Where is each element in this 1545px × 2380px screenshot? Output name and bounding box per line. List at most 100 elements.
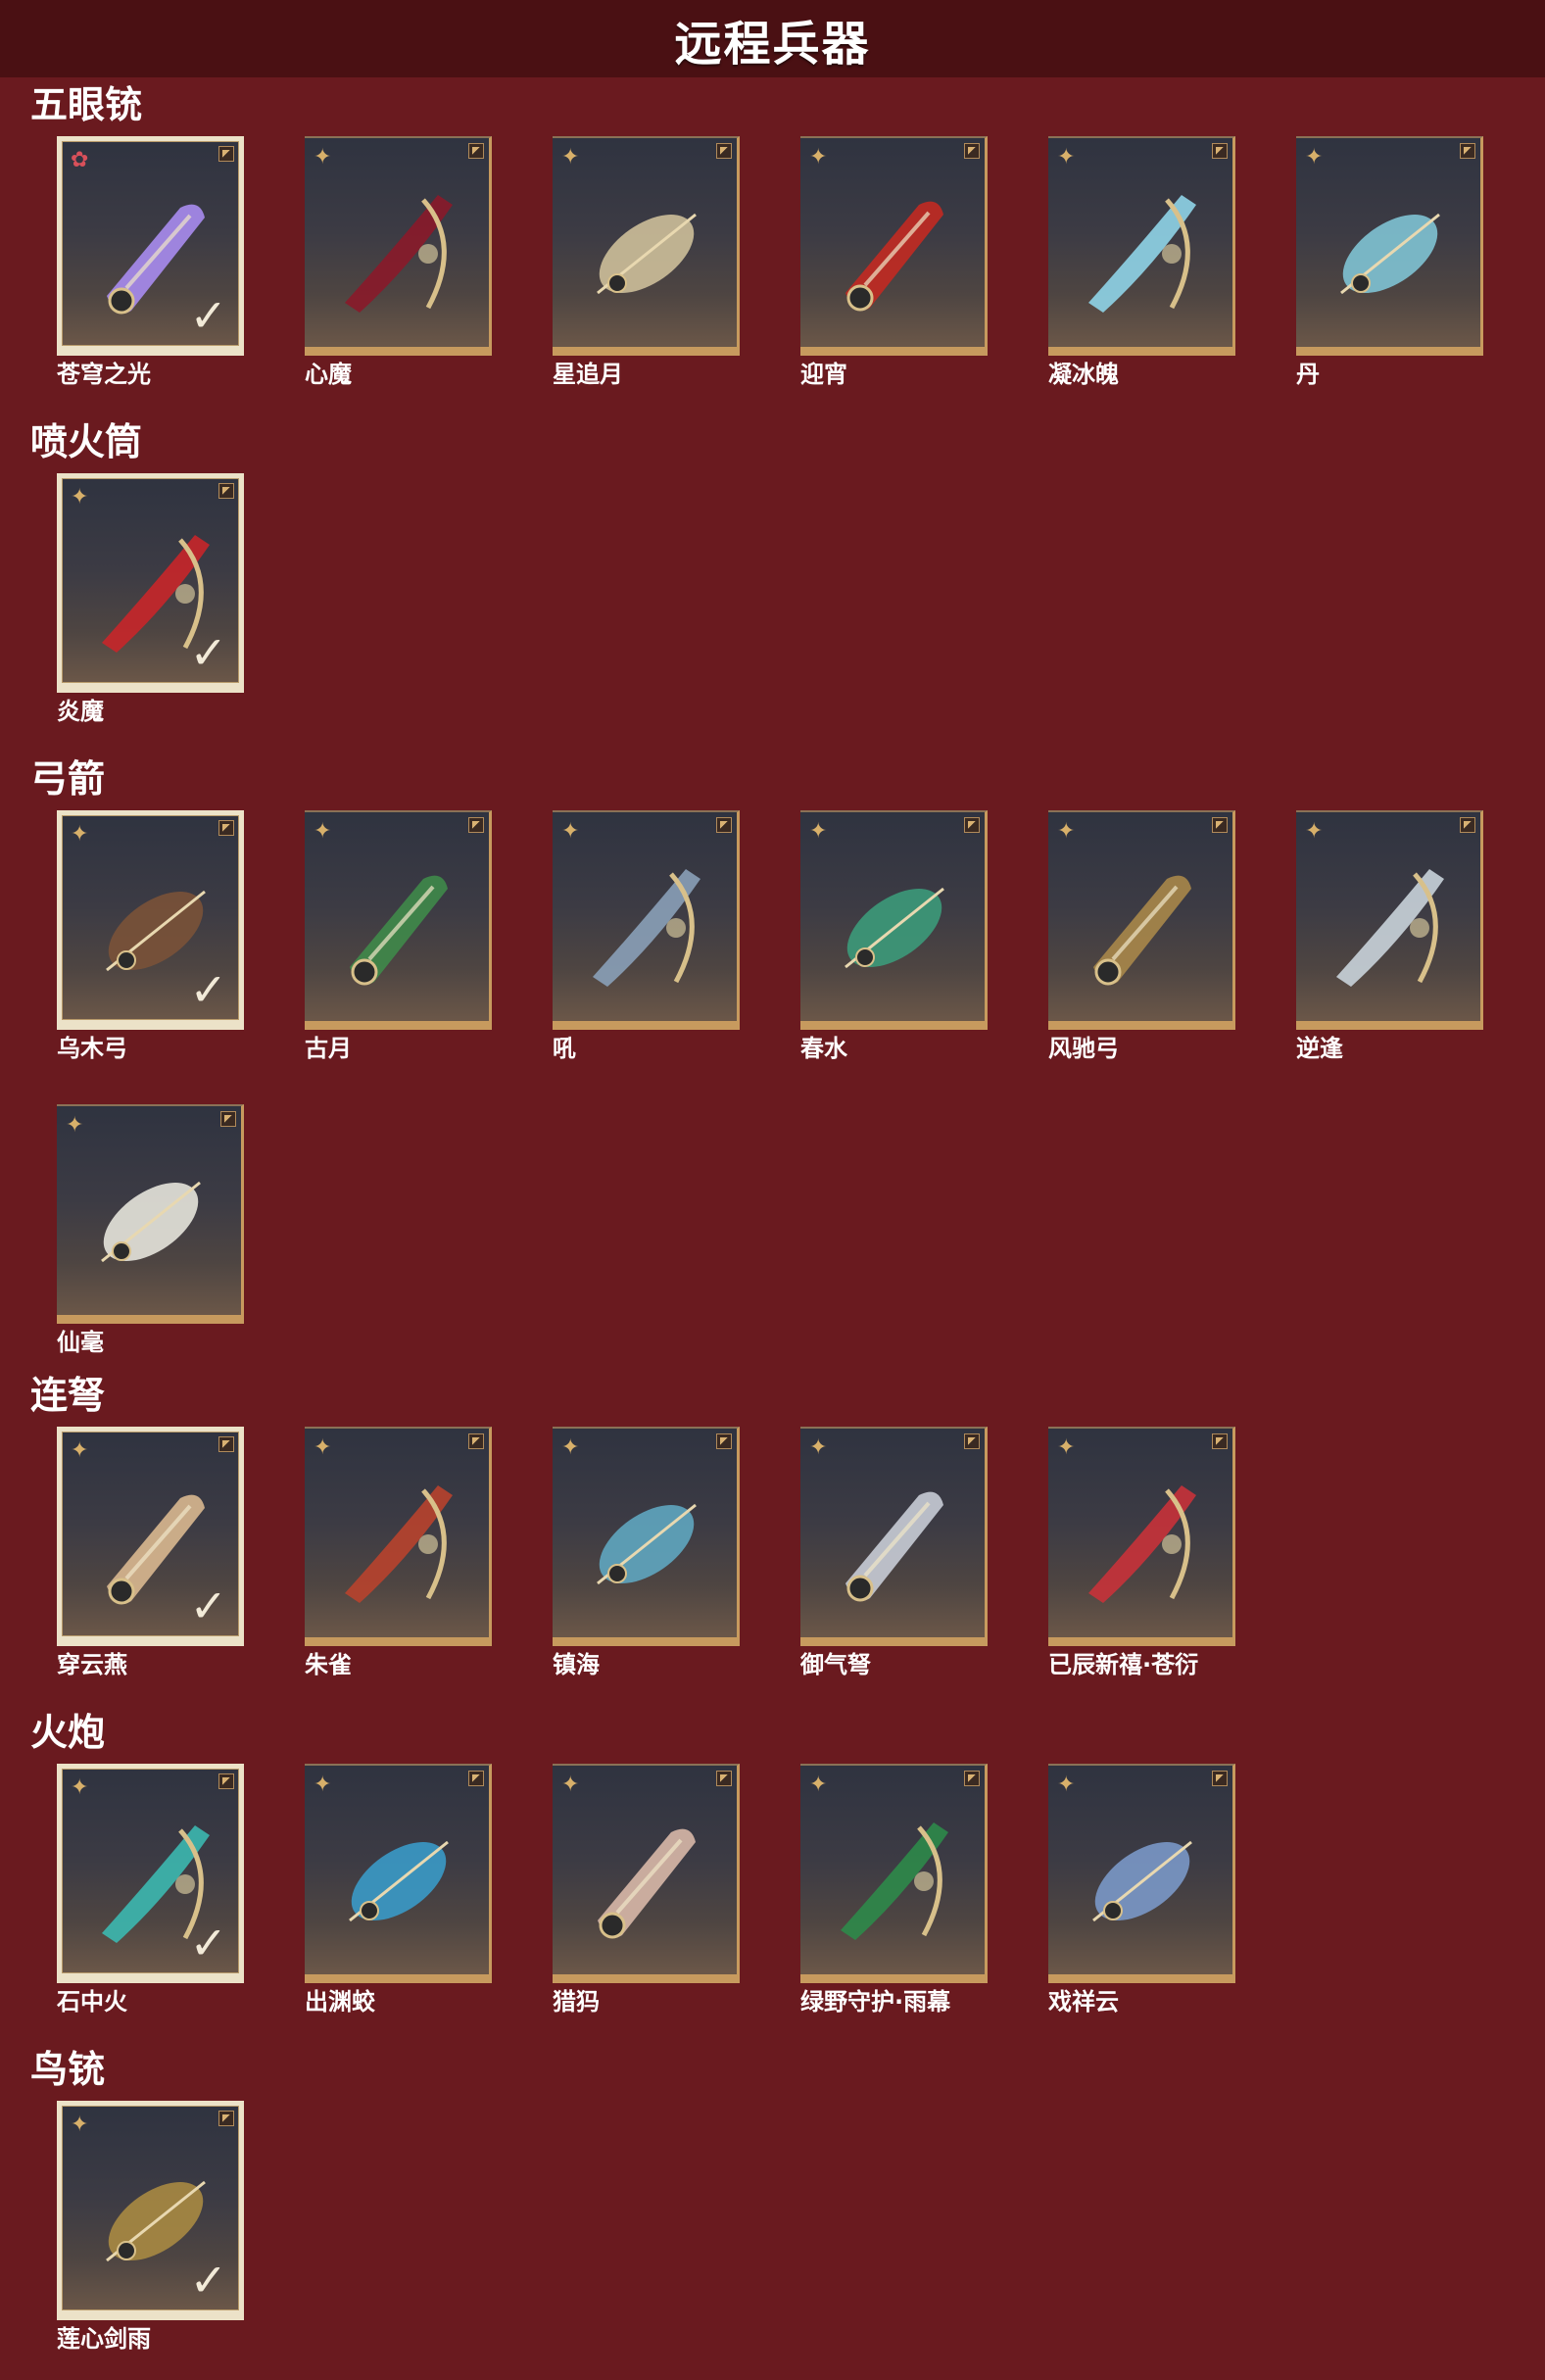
- weapon-image: [345, 195, 453, 313]
- four-point-star-icon: ✦: [314, 145, 332, 170]
- weapon-tile[interactable]: ✦: [1296, 136, 1483, 356]
- corner-tab-icon: [1212, 817, 1228, 833]
- weapon-tile[interactable]: ✦ ✓: [57, 2101, 244, 2320]
- checkmark-icon: ✓: [189, 963, 227, 1016]
- weapon-name: 仙毫: [57, 1329, 104, 1356]
- four-point-star-icon: ✦: [71, 1775, 89, 1800]
- weapon-card[interactable]: ✦ 古月: [305, 810, 492, 1065]
- weapon-tile[interactable]: ✦: [553, 810, 740, 1030]
- weapon-tile[interactable]: ✦: [1048, 136, 1235, 356]
- weapon-name: 炎魔: [57, 698, 104, 725]
- weapon-tile[interactable]: ✦: [800, 1427, 988, 1646]
- weapon-tile[interactable]: ✦: [553, 136, 740, 356]
- weapon-card[interactable]: ✦ 星追月: [553, 136, 740, 391]
- corner-tab-icon: [1212, 1433, 1228, 1449]
- weapon-card[interactable]: ✦ 出渊蛟: [305, 1764, 492, 2018]
- four-point-star-icon: ✦: [1057, 819, 1076, 844]
- weapon-card[interactable]: ✦ 迎宵: [800, 136, 988, 391]
- weapon-card[interactable]: ✦ 已辰新禧·苍衍: [1048, 1427, 1235, 1681]
- weapon-card[interactable]: ✦ 心魔: [305, 136, 492, 391]
- weapon-card[interactable]: ✦ 春水: [800, 810, 988, 1065]
- weapon-card[interactable]: ✦ 猎犸: [553, 1764, 740, 2018]
- weapon-image: [597, 213, 697, 295]
- four-point-star-icon: ✦: [809, 1773, 828, 1797]
- weapon-card[interactable]: ✦ 绿野守护·雨幕: [800, 1764, 988, 2018]
- weapon-tile[interactable]: ✦: [305, 136, 492, 356]
- weapon-tile[interactable]: ✦ ✓: [57, 810, 244, 1030]
- corner-tab-icon: [964, 143, 980, 159]
- weapon-name: 春水: [800, 1035, 847, 1062]
- weapon-name: 丹: [1296, 361, 1320, 388]
- weapon-tile[interactable]: ✦: [800, 810, 988, 1030]
- weapon-card[interactable]: ✦ ✓ 莲心剑雨: [57, 2101, 244, 2356]
- four-point-star-icon: ✦: [314, 819, 332, 844]
- weapon-card[interactable]: ✦ 凝冰魄: [1048, 136, 1235, 391]
- weapon-tile[interactable]: ✦: [57, 1104, 244, 1324]
- weapon-image: [1093, 875, 1191, 986]
- weapon-name: 出渊蛟: [305, 1988, 375, 2016]
- weapon-tile[interactable]: ✦ ✓: [57, 1427, 244, 1646]
- corner-tab-icon: [964, 817, 980, 833]
- corner-tab-icon: [218, 1773, 234, 1789]
- weapon-name: 迎宵: [800, 361, 847, 388]
- four-point-star-icon: ✦: [66, 1113, 84, 1138]
- weapon-card[interactable]: ✦ 仙毫: [57, 1104, 244, 1359]
- four-point-star-icon: ✦: [561, 145, 580, 170]
- weapon-tile[interactable]: ✦: [800, 136, 988, 356]
- weapon-image: [1336, 869, 1444, 987]
- four-point-star-icon: ✦: [71, 822, 89, 847]
- corner-tab-icon: [218, 2111, 234, 2126]
- weapon-name: 穿云燕: [57, 1651, 127, 1678]
- weapon-card[interactable]: ✦ ✓ 石中火: [57, 1764, 244, 2018]
- corner-tab-icon: [468, 817, 484, 833]
- weapon-card[interactable]: ✦ 丹: [1296, 136, 1483, 391]
- weapon-card[interactable]: ✦ 风驰弓: [1048, 810, 1235, 1065]
- weapon-name: 镇海: [553, 1651, 600, 1678]
- weapon-card[interactable]: ✦ 吼: [553, 810, 740, 1065]
- four-point-star-icon: ✦: [314, 1773, 332, 1797]
- weapon-image: [101, 1181, 201, 1263]
- weapon-card[interactable]: ✦ 逆逢: [1296, 810, 1483, 1065]
- weapon-card[interactable]: ✦ 御气弩: [800, 1427, 988, 1681]
- weapon-image: [845, 201, 943, 312]
- weapon-card[interactable]: ✿ ✓ 苍穹之光: [57, 136, 244, 391]
- four-point-star-icon: ✦: [1057, 1773, 1076, 1797]
- four-point-star-icon: ✦: [561, 1435, 580, 1460]
- four-point-star-icon: ✦: [1305, 819, 1324, 844]
- weapon-card[interactable]: ✦ 戏祥云: [1048, 1764, 1235, 2018]
- corner-tab-icon: [1212, 143, 1228, 159]
- weapon-name: 猎犸: [553, 1988, 600, 2016]
- weapon-tile[interactable]: ✦: [553, 1427, 740, 1646]
- weapon-tile[interactable]: ✦: [1048, 1427, 1235, 1646]
- corner-tab-icon: [218, 146, 234, 162]
- weapon-image: [349, 1840, 449, 1922]
- weapon-name: 古月: [305, 1035, 352, 1062]
- weapon-name: 凝冰魄: [1048, 361, 1119, 388]
- weapon-tile[interactable]: ✦: [800, 1764, 988, 1983]
- weapon-card[interactable]: ✦ 朱雀: [305, 1427, 492, 1681]
- corner-tab-icon: [716, 817, 732, 833]
- four-point-star-icon: ✦: [314, 1435, 332, 1460]
- weapon-card[interactable]: ✦ 镇海: [553, 1427, 740, 1681]
- checkmark-icon: ✓: [189, 2254, 227, 2307]
- weapon-name: 心魔: [305, 361, 352, 388]
- section-title: 喷火筒: [30, 420, 143, 463]
- weapon-card[interactable]: ✦ ✓ 炎魔: [57, 473, 244, 728]
- weapon-tile[interactable]: ✦ ✓: [57, 473, 244, 693]
- weapon-tile[interactable]: ✦: [305, 1427, 492, 1646]
- weapon-card[interactable]: ✦ ✓ 乌木弓: [57, 810, 244, 1065]
- weapon-tile[interactable]: ✦: [1296, 810, 1483, 1030]
- weapon-card[interactable]: ✦ ✓ 穿云燕: [57, 1427, 244, 1681]
- four-point-star-icon: ✦: [71, 2113, 89, 2137]
- weapon-image: [845, 887, 944, 969]
- weapon-tile[interactable]: ✦: [305, 810, 492, 1030]
- weapon-tile[interactable]: ✦: [305, 1764, 492, 1983]
- weapon-tile[interactable]: ✿ ✓: [57, 136, 244, 356]
- weapon-tile[interactable]: ✦ ✓: [57, 1764, 244, 1983]
- weapon-tile[interactable]: ✦: [553, 1764, 740, 1983]
- weapon-image: [1088, 1485, 1196, 1603]
- weapon-tile[interactable]: ✦: [1048, 1764, 1235, 1983]
- weapon-name: 风驰弓: [1048, 1035, 1119, 1062]
- weapon-tile[interactable]: ✦: [1048, 810, 1235, 1030]
- corner-tab-icon: [218, 483, 234, 499]
